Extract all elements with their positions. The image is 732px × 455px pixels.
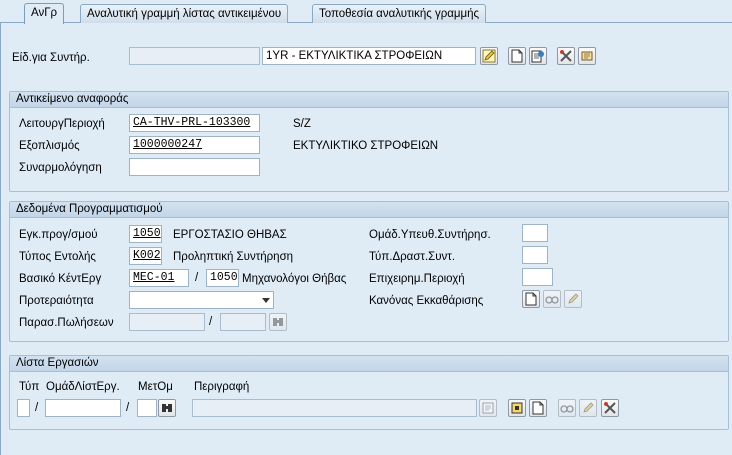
planner-group-field[interactable] <box>522 224 548 242</box>
equipment-field[interactable]: 1000000247 <box>129 136 260 154</box>
edit-pencil-button[interactable] <box>480 47 498 65</box>
reference-object-title: Αντικείμενο αναφοράς <box>10 92 728 108</box>
task-list-counter-field[interactable] <box>137 399 157 417</box>
activity-type-field[interactable] <box>522 246 548 264</box>
settlement-rule-edit-button[interactable] <box>564 290 582 308</box>
plant-desc: ΕΡΓΟΣΤΑΣΙΟ ΘΗΒΑΣ <box>173 229 287 241</box>
planner-group-label: Ομάδ.Υπευθ.Συντήρησ. <box>369 229 491 241</box>
func-loc-field[interactable]: CA-THV-PRL-103300 <box>129 114 260 132</box>
work-center-separator: / <box>195 272 199 284</box>
func-loc-desc: S/Z <box>293 118 311 130</box>
pencil-icon <box>568 293 579 304</box>
sales-doc-search-button[interactable] <box>269 313 287 331</box>
tab-content: Είδ.για Συντήρ. 1YR - ΕΚΤΥΛΙΚΤΙΚΑ ΣΤΡΟΦΕ… <box>0 23 732 455</box>
task-list-desc-field <box>192 399 477 417</box>
task-list-separator-1: / <box>35 402 39 414</box>
settlement-rule-label: Κανόνας Εκκαθάρισης <box>369 295 484 307</box>
sales-doc-item-field <box>220 313 266 331</box>
plant-field[interactable]: 1050 <box>129 225 162 243</box>
tools-icon <box>560 50 572 62</box>
maint-type-value-field[interactable]: 1YR - ΕΚΤΥΛΙΚΤΙΚΑ ΣΤΡΟΦΕΙΩΝ <box>262 47 476 65</box>
task-list-col-type: Τύπ <box>19 381 40 393</box>
order-type-field[interactable]: K002 <box>129 247 162 265</box>
task-list-search-button[interactable] <box>158 399 176 417</box>
selection-icon <box>511 402 523 414</box>
work-center-desc: Μηχανολόγοι Θήβας <box>242 273 347 285</box>
tools-icon <box>604 402 616 414</box>
task-list-col-group: ΟμάδΛίστΕργ. <box>46 381 120 393</box>
work-center-field[interactable]: MEC-01 <box>129 269 189 287</box>
tools-button[interactable] <box>557 47 575 65</box>
create-document-button[interactable] <box>508 47 526 65</box>
tab-bar: ΑνΓρ Αναλυτική γραμμή λίστας αντικειμένο… <box>0 0 732 24</box>
priority-label: Προτεραιότητα <box>19 295 94 307</box>
settlement-rule-create-button[interactable] <box>522 290 540 308</box>
task-list-display-button[interactable] <box>558 399 576 417</box>
glasses-icon <box>545 296 559 304</box>
order-type-label: Τύπος Εντολής <box>19 251 96 263</box>
document-icon <box>511 49 523 63</box>
task-list-type-field[interactable] <box>17 399 30 417</box>
equipment-label: Εξοπλισμός <box>19 140 80 152</box>
pencil-icon <box>583 402 594 413</box>
task-list-create-button[interactable] <box>529 399 547 417</box>
plant-label: Εγκ.προγ/σμού <box>19 229 98 241</box>
text-icon <box>482 402 494 414</box>
maint-type-code-field <box>129 47 260 65</box>
order-type-desc: Προληπτική Συντήρηση <box>173 251 294 263</box>
business-area-label: Επιχειρημ.Περιοχή <box>369 273 465 285</box>
equipment-desc: ΕΚΤΥΛΙΚΤΙΚΟ ΣΤΡΟΦΕΙΩΝ <box>293 140 439 152</box>
display-long-text-button[interactable] <box>529 47 547 65</box>
maint-type-label: Είδ.για Συντήρ. <box>12 52 90 64</box>
planning-data-title: Δεδομένα Προγραμματισμού <box>10 202 728 218</box>
task-list-title: Λίστα Εργασιών <box>10 356 728 372</box>
task-list-separator-2: / <box>126 402 130 414</box>
glasses-icon <box>560 405 574 413</box>
task-list-group-field[interactable] <box>45 399 121 417</box>
scroll-button[interactable] <box>578 47 596 65</box>
task-list-edit-button[interactable] <box>579 399 597 417</box>
priority-dropdown[interactable] <box>129 291 274 309</box>
pencil-icon <box>482 49 496 63</box>
sales-doc-separator: / <box>209 316 213 328</box>
assembly-label: Συναρμολόγηση <box>19 162 102 174</box>
sales-doc-field <box>129 313 205 331</box>
document-icon <box>532 401 544 415</box>
tab-item-location[interactable]: Τοποθεσία αναλυτικής γραμμής <box>312 4 487 23</box>
task-list-col-counter: ΜετΟμ <box>138 381 173 393</box>
business-area-field[interactable] <box>522 268 553 286</box>
sales-doc-label: Παρασ.Πωλήσεων <box>19 317 114 329</box>
work-center-label: Βασικό ΚέντΕργ <box>19 273 102 285</box>
document-icon <box>525 292 537 306</box>
settlement-rule-glasses-button[interactable] <box>543 290 561 308</box>
long-text-icon <box>531 50 544 63</box>
task-list-select-button[interactable] <box>508 399 526 417</box>
task-list-tools-button[interactable] <box>601 399 619 417</box>
scroll-icon <box>581 51 593 61</box>
tab-header[interactable]: ΑνΓρ <box>24 3 65 24</box>
tab-object-list-item[interactable]: Αναλυτική γραμμή λίστας αντικειμένου <box>80 4 289 23</box>
activity-type-label: Τύπ.Δραστ.Συντ. <box>369 251 456 263</box>
work-center-plant-field[interactable]: 1050 <box>206 269 239 287</box>
chevron-down-icon[interactable] <box>262 298 270 303</box>
binoculars-icon <box>162 404 172 412</box>
func-loc-label: ΛειτουργΠεριοχή <box>19 118 105 130</box>
binoculars-icon <box>273 318 283 326</box>
task-list-text-button[interactable] <box>479 399 497 417</box>
assembly-field[interactable] <box>129 158 260 176</box>
task-list-col-desc: Περιγραφή <box>194 381 250 393</box>
